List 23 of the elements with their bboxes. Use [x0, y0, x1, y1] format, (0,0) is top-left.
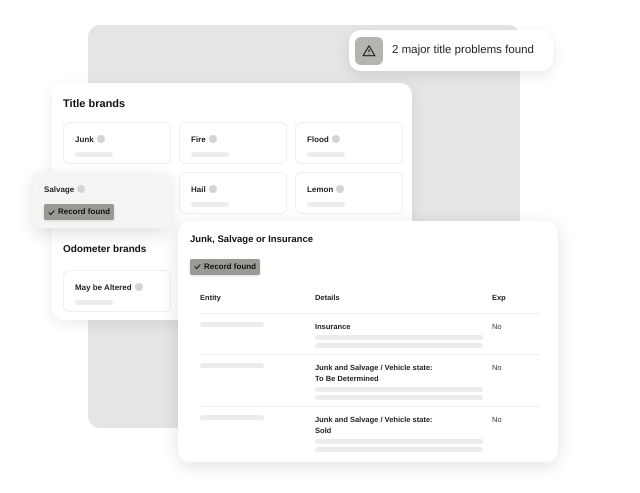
section-title: Title brands [63, 97, 126, 112]
brand-label: Fire [191, 134, 275, 146]
alert-text: 2 major title problems found [392, 42, 534, 58]
brand-label: Lemon [307, 184, 391, 196]
brand-label: Salvage [44, 184, 159, 196]
brand-label: Junk [75, 134, 159, 146]
detail-title: Junk, Salvage or Insurance [190, 233, 314, 247]
brand-label: Flood [307, 134, 391, 146]
help-icon [134, 283, 143, 292]
help-icon [77, 185, 86, 194]
help-icon [96, 135, 105, 144]
record-found-badge: Record found [44, 204, 114, 220]
warning-icon [355, 36, 383, 64]
brand-label: Hail [191, 184, 275, 196]
brand-label: May be Altered [75, 282, 159, 294]
help-icon [208, 135, 217, 144]
section-title: Odometer brands [63, 242, 148, 256]
check-icon [48, 208, 55, 216]
help-icon [336, 185, 344, 194]
check-icon [194, 263, 201, 270]
record-found-badge: Record found [190, 258, 260, 275]
help-icon [208, 185, 217, 194]
help-icon [332, 135, 340, 144]
